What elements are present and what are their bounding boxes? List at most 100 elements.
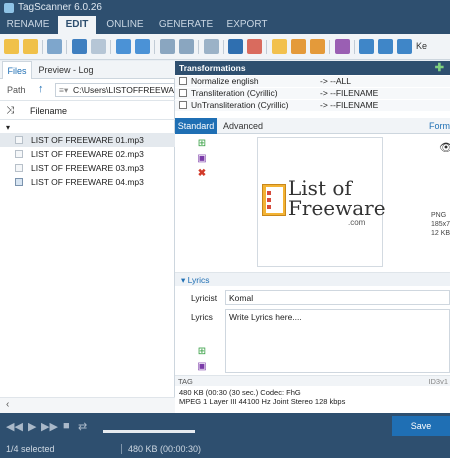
file-name: LIST OF FREEWARE 02.mp3 [31,149,144,159]
file-row[interactable]: LIST OF FREEWARE 04.mp3 [0,175,175,189]
editor-tabs: Standard Advanced Form [175,118,450,134]
file-name: LIST OF FREEWARE 04.mp3 [31,177,144,187]
add-transformation-icon[interactable]: ✚ [435,61,444,75]
mode-menu-bar: RENAME EDIT ONLINE GENERATE EXPORT [0,16,450,34]
lyrics-section-header[interactable]: ▾ Lyrics [175,272,450,286]
scroll-left-icon[interactable]: ‹ [6,399,9,410]
player-bar: ◀◀ ▶ ▶▶ ■ ⇄ [0,413,450,440]
columns-icon[interactable] [160,39,175,54]
menu-tab-rename[interactable]: RENAME [6,16,50,34]
transformation-checkbox[interactable] [179,89,187,97]
toolbar: Ke [0,34,450,60]
eye-icon[interactable]: 👁 [439,141,450,154]
editor-panel: Transformations ✚ Normalize english -> -… [175,61,450,413]
tab-advanced[interactable]: Advanced [223,118,263,134]
tag-from-file-icon[interactable] [291,39,306,54]
delete-cover-icon[interactable]: ✖ [197,169,207,179]
transformation-row[interactable]: Transliteration (Cyrillic) -> --FILENAME [175,88,450,99]
up-arrow-icon[interactable]: ↑ [38,83,44,95]
filename-column-header[interactable]: Filename [30,106,67,116]
column-header: ⤨ Filename [0,100,175,120]
file-icon [15,150,23,158]
tab-standard[interactable]: Standard [175,118,217,134]
open-folder-icon[interactable] [4,39,19,54]
file-from-tag-icon[interactable] [310,39,325,54]
repeat-icon[interactable]: ⇄ [78,420,87,433]
shuffle-icon[interactable]: ⤨ [6,105,14,116]
cover-image[interactable]: List of Freeware .com [257,137,386,267]
left-tabs: Files Preview - Log [0,61,175,79]
lyrics-field[interactable]: Write Lyrics here.... [225,309,450,373]
path-input[interactable]: ≡▾ C:\Users\LISTOFFREEWARE [55,83,175,97]
selection-count: 1/4 selected [6,444,55,454]
window-title: TagScanner 6.0.26 [18,2,102,13]
transformation-checkbox[interactable] [179,77,187,85]
tree-collapse-icon[interactable]: ▾ [6,123,10,132]
file-icon [15,164,23,172]
stop-icon[interactable]: ■ [63,420,70,432]
save-button[interactable]: Save [392,416,450,436]
grid-view-icon[interactable] [72,39,87,54]
format-link[interactable]: Form [429,118,450,134]
title-bar: TagScanner 6.0.26 [0,0,450,16]
history-dropdown-icon[interactable]: ≡▾ [59,84,68,96]
file-row[interactable]: LIST OF FREEWARE 02.mp3 [0,147,175,161]
cover-art-area: ⊞ ▣ ✖ List of Freeware .com 👁 PNG 185x7 … [175,135,450,269]
path-label: Path [7,85,26,95]
app-icon [4,3,14,13]
seek-bar[interactable] [103,430,195,433]
file-icon [15,178,23,186]
sort-icon[interactable] [179,39,194,54]
checklist-icon [262,184,286,216]
transformations-header: Transformations ✚ [175,61,450,75]
files-panel: Files Preview - Log Path ↑ ≡▾ C:\Users\LI… [0,61,175,413]
image-info: PNG 185x7 12 KB [431,212,450,237]
previous-icon[interactable]: ◀◀ [6,420,23,433]
window-icon[interactable] [397,39,412,54]
tagscanner-window: TagScanner 6.0.26 RENAME EDIT ONLINE GEN… [0,0,450,458]
transformation-row[interactable]: Normalize english -> --ALL [175,76,450,87]
transformation-checkbox[interactable] [179,101,187,109]
menu-tab-generate[interactable]: GENERATE [158,16,214,34]
file-icon [15,136,23,144]
tab-preview-log[interactable]: Preview - Log [34,61,98,79]
search-icon[interactable] [204,39,219,54]
move-down-icon[interactable] [116,39,131,54]
tab-files[interactable]: Files [2,61,32,79]
listoffreeware-logo: List of Freeware .com [262,176,386,227]
tag-bar: TAG ID3v1 [175,375,450,386]
add-lyrics-icon[interactable]: ⊞ [197,347,207,357]
undo-icon[interactable] [47,39,62,54]
import-icon[interactable] [378,39,393,54]
list-view-icon[interactable] [91,39,106,54]
panel-toggle-icon[interactable] [228,39,243,54]
lyrics-label: Lyrics [191,312,213,322]
save-lyrics-icon[interactable]: ▣ [197,362,207,372]
remove-tags-icon[interactable] [247,39,262,54]
folder-tag-icon[interactable] [272,39,287,54]
lyricist-label: Lyricist [191,293,218,303]
play-icon[interactable]: ▶ [28,420,36,433]
path-row: Path ↑ ≡▾ C:\Users\LISTOFFREEWARE [0,81,175,99]
file-row[interactable]: LIST OF FREEWARE 01.mp3 [0,133,175,147]
next-icon[interactable]: ▶▶ [41,420,58,433]
ke-icon[interactable]: Ke [416,39,450,54]
file-name: LIST OF FREEWARE 01.mp3 [31,135,144,145]
menu-tab-export[interactable]: EXPORT [224,16,270,34]
lyricist-field[interactable]: Komal [225,290,450,305]
collapse-icon: ▾ [181,275,188,285]
export-icon[interactable] [359,39,374,54]
tag-version[interactable]: ID3v1 [428,376,448,387]
selection-size: 480 KB (00:00:30) [128,444,202,454]
add-cover-icon[interactable]: ⊞ [197,139,207,149]
move-up-icon[interactable] [135,39,150,54]
add-folder-icon[interactable] [23,39,38,54]
save-cover-icon[interactable]: ▣ [197,154,207,164]
menu-tab-edit[interactable]: EDIT [58,16,96,34]
status-bar: 1/4 selected 480 KB (00:00:30) [0,440,450,458]
transformation-row[interactable]: UnTransliteration (Cyrillic) -> --FILENA… [175,100,450,111]
horizontal-scrollbar[interactable]: ‹ [0,397,175,413]
menu-tab-online[interactable]: ONLINE [104,16,146,34]
plugin-icon[interactable] [335,39,350,54]
file-row[interactable]: LIST OF FREEWARE 03.mp3 [0,161,175,175]
